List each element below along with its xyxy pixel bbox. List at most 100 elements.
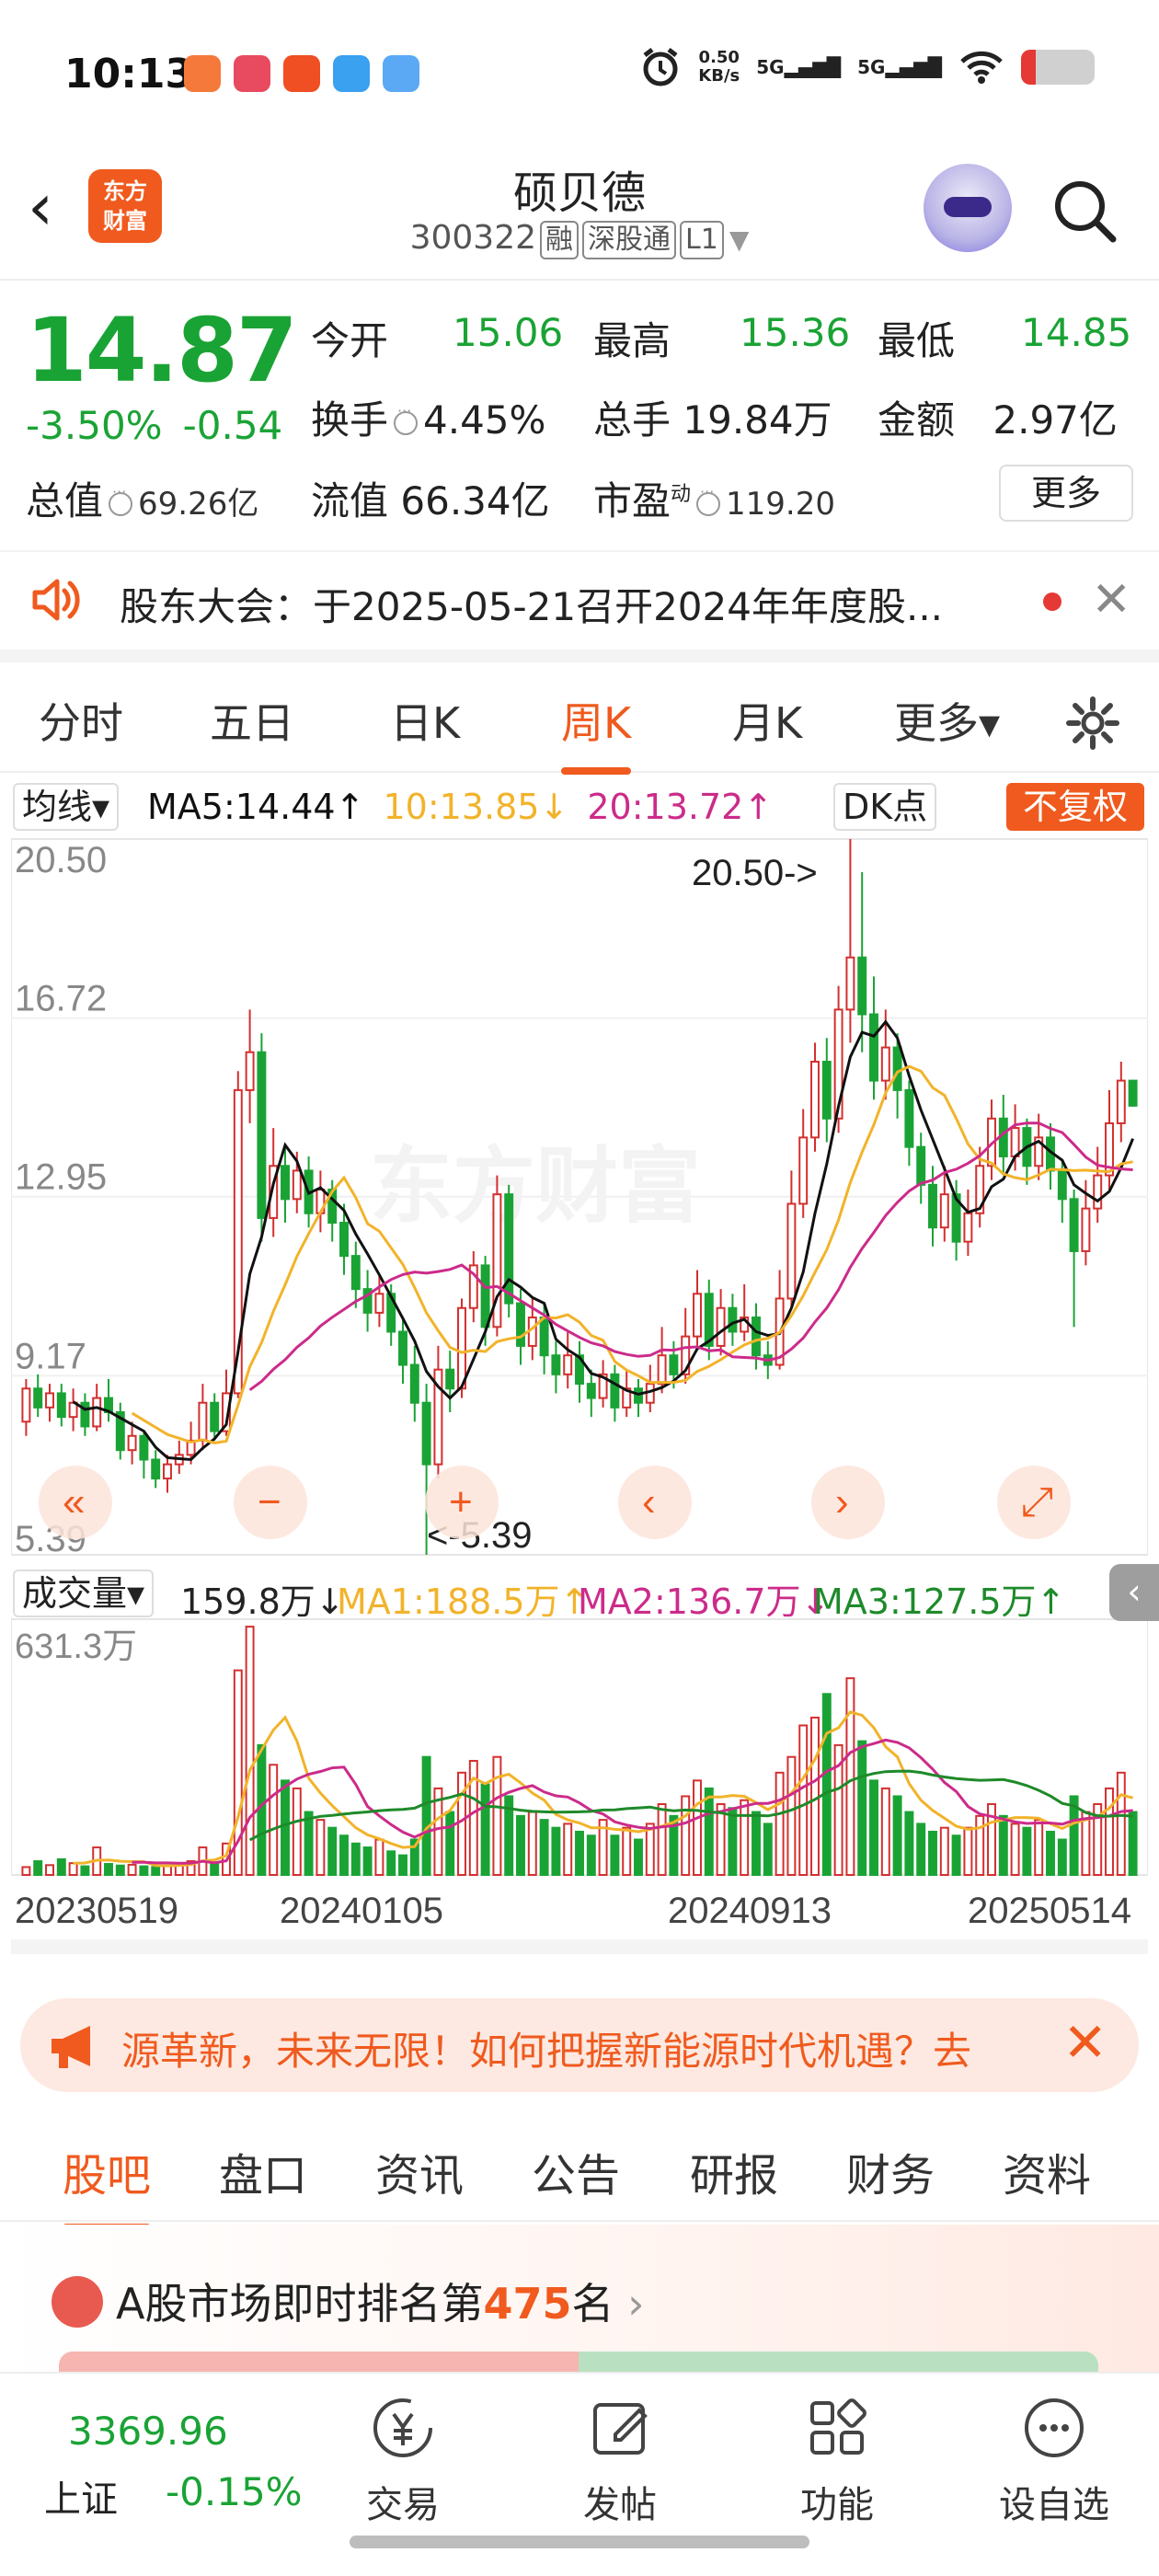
kline-chart[interactable]: 20.50 16.72 12.95 9.17 5.39 东方财富 20.50-> <-5.39… — [11, 837, 1148, 1978]
volume-bar — [622, 1826, 632, 1877]
tab-guba[interactable]: 股吧 — [63, 2139, 152, 2231]
nav-trade-label: 交易 — [366, 2484, 440, 2526]
volume-bar — [21, 1866, 31, 1876]
volume-bar — [1046, 1830, 1055, 1877]
candle-body — [409, 1363, 419, 1404]
chart-nav-glyph: › — [835, 1479, 849, 1524]
volume-bar — [339, 1834, 349, 1876]
tab-announcements[interactable]: 公告 — [532, 2139, 620, 2203]
volume-bar — [693, 1779, 702, 1876]
candle-body — [210, 1401, 220, 1432]
megaphone-icon — [52, 2026, 90, 2068]
volume-bar — [928, 1830, 937, 1877]
more-circle-icon — [1025, 2398, 1084, 2457]
tab-weekly-k[interactable]: 周K — [561, 690, 632, 775]
volume-dropdown[interactable]: 成交量▾ — [13, 1570, 155, 1617]
rank-text: A股市场即时排名第475名 › — [116, 2271, 645, 2331]
chart-nav-glyph: « — [63, 1479, 85, 1524]
tab-monthly-k[interactable]: 月K — [732, 690, 802, 751]
alarm-icon — [643, 48, 678, 86]
nav-trade[interactable]: 交易 — [329, 2392, 476, 2528]
grid-icon — [810, 2398, 866, 2455]
volume-bar — [740, 1799, 750, 1877]
y-tick-label: 16.72 — [15, 979, 107, 1019]
close-icon[interactable]: ✕ — [1062, 2011, 1107, 2074]
volume-bar — [104, 1863, 113, 1876]
edit-icon — [593, 2403, 648, 2455]
volume-bar — [1128, 1811, 1138, 1877]
notice-bar[interactable]: 股东大会：于2025-05-21召开2024年年度股... ✕ — [0, 550, 1159, 662]
max-price-annotation: 20.50-> — [692, 853, 818, 893]
volume-bar — [56, 1857, 66, 1877]
mktcap-row[interactable]: 总值 69.26亿 — [26, 470, 258, 526]
volume-bar — [786, 1755, 797, 1877]
volume-bar — [916, 1823, 926, 1876]
net-speed: 0.50 — [698, 48, 740, 67]
volume-bar — [810, 1716, 820, 1876]
connect-tag: 深股通 — [582, 221, 677, 259]
tab-profile[interactable]: 资料 — [1003, 2139, 1091, 2203]
candle-body — [374, 1293, 384, 1314]
search-icon[interactable] — [1049, 175, 1122, 248]
speaker-icon — [32, 579, 80, 621]
y-tick-label: 9.17 — [15, 1336, 86, 1376]
content-tabs: 股吧 盘口 资讯 公告 研报 财务 资料 — [0, 2111, 1159, 2231]
candle-body — [457, 1306, 466, 1390]
nav-add-watchlist[interactable]: 设自选 — [981, 2392, 1128, 2528]
volume-bar — [939, 1826, 949, 1877]
candle-body — [127, 1434, 137, 1452]
candle-body — [916, 1145, 926, 1186]
nav-functions[interactable]: 功能 — [763, 2392, 911, 2528]
open-label: 今开 — [311, 318, 389, 363]
tab-5day[interactable]: 五日 — [210, 690, 294, 751]
rank-prefix: A股市场即时排名第 — [116, 2279, 484, 2329]
close-icon[interactable]: ✕ — [1091, 572, 1131, 627]
tab-more[interactable]: 更多▾ — [894, 690, 1000, 751]
volume-bar — [798, 1724, 809, 1876]
candle-body — [398, 1330, 407, 1366]
tab-intraday[interactable]: 分时 — [39, 690, 123, 751]
chart-bottom-bar — [11, 1939, 1148, 1954]
volume-bar — [575, 1830, 584, 1877]
indicator-dropdown[interactable]: 均线▾ — [13, 783, 120, 831]
volume-bar — [539, 1819, 549, 1876]
adjust-mode-button[interactable]: 不复权 — [1005, 783, 1144, 831]
nav-add-watchlist-label: 设自选 — [999, 2484, 1109, 2526]
market-rank-card[interactable]: A股市场即时排名第475名 › — [0, 2225, 1159, 2379]
tab-research[interactable]: 研报 — [690, 2139, 778, 2203]
gear-icon[interactable] — [1063, 694, 1122, 753]
tab-pankou[interactable]: 盘口 — [219, 2139, 307, 2203]
more-quote-button[interactable]: 更多 — [999, 465, 1133, 522]
volume-bar — [634, 1838, 643, 1877]
volume-bar — [763, 1823, 773, 1876]
pe-row[interactable]: 市盈动 119.20 — [593, 470, 835, 526]
candle-body — [857, 956, 867, 1016]
ad-banner[interactable]: 源革新，未来无限！如何把握新能源时代机遇？去 ✕ — [20, 1998, 1139, 2092]
candle-body — [610, 1373, 620, 1409]
dk-point-button[interactable]: DK点 — [833, 783, 937, 831]
candle-body — [292, 1169, 302, 1201]
candle-body — [939, 1193, 949, 1229]
robot-assistant-avatar[interactable] — [924, 164, 1012, 252]
mktcap-label: 总值 — [26, 478, 104, 523]
turnover-row[interactable]: 换手 4.45% — [311, 389, 545, 445]
chevron-right-icon: › — [627, 2279, 645, 2329]
low-value: 14.85 — [1021, 310, 1132, 355]
nav-post[interactable]: 发帖 — [546, 2392, 694, 2528]
candle-body — [421, 1401, 431, 1466]
tab-news[interactable]: 资讯 — [375, 2139, 464, 2203]
tab-daily-k[interactable]: 日K — [390, 690, 460, 751]
candle-body — [880, 1046, 890, 1082]
volume-bar — [350, 1842, 361, 1877]
app-icon — [234, 55, 270, 92]
home-indicator[interactable] — [350, 2536, 809, 2548]
y-tick-label: 12.95 — [15, 1157, 107, 1198]
candle-body — [669, 1354, 679, 1375]
tab-finance[interactable]: 财务 — [846, 2139, 935, 2203]
volume-bar — [752, 1811, 761, 1877]
candle-body — [716, 1306, 726, 1347]
kline-tabs: 分时 五日 日K 周K 月K 更多▾ — [0, 672, 1159, 775]
collapse-panel-button[interactable]: ‹ — [1109, 1564, 1159, 1621]
volume-bar — [398, 1854, 407, 1877]
change-percent: -3.50% — [26, 403, 163, 448]
